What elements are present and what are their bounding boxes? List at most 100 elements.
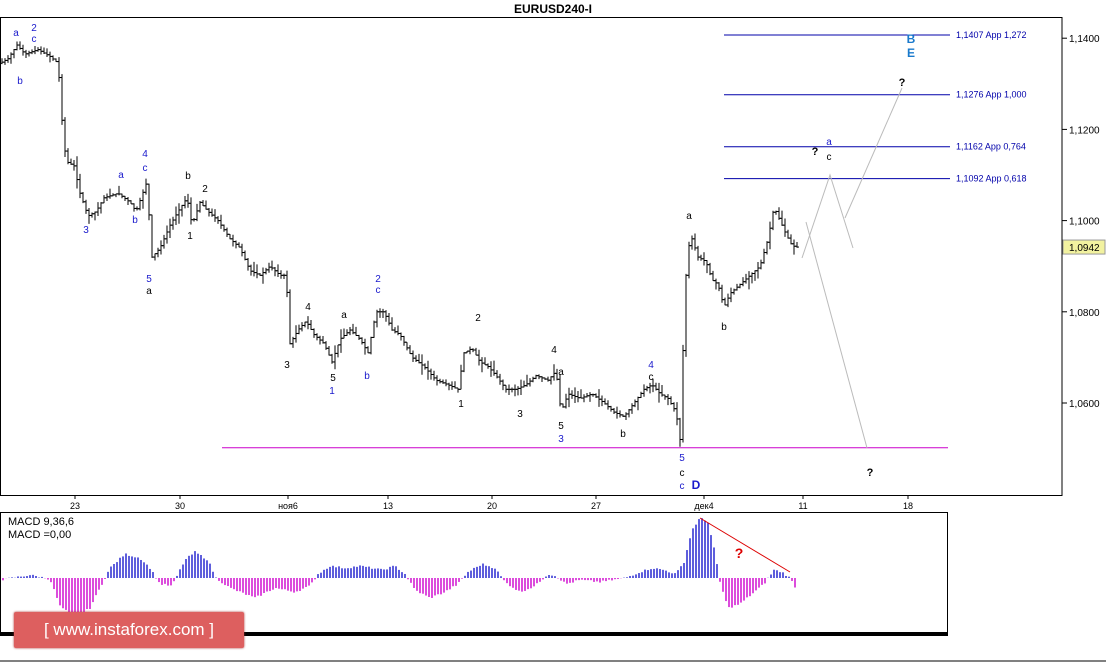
price-bar — [423, 363, 427, 370]
wave-label: b — [185, 171, 191, 182]
price-bar — [219, 214, 223, 229]
price-bar — [438, 378, 442, 384]
price-bar — [90, 212, 94, 218]
x-tick-label: 23 — [70, 501, 80, 511]
wave-label: 5 — [679, 453, 685, 464]
price-bar — [636, 396, 640, 411]
price-bar — [582, 394, 586, 403]
price-bar — [186, 193, 190, 208]
price-bar — [156, 247, 160, 258]
price-bar — [183, 195, 187, 209]
price-bar — [426, 360, 430, 380]
price-bar — [792, 239, 796, 255]
price-bar — [393, 327, 397, 334]
price-bar — [624, 412, 628, 420]
price-bar — [672, 402, 676, 412]
wave-label: 4 — [142, 149, 148, 160]
price-bar — [366, 346, 370, 354]
price-bar — [288, 289, 292, 345]
price-bar — [642, 384, 646, 397]
price-bar — [348, 327, 352, 336]
wave-label: 5 — [330, 373, 336, 384]
wave-label: c — [680, 468, 685, 479]
wave-label: a — [558, 367, 564, 378]
wave-label: ? — [899, 77, 906, 89]
price-bar — [102, 195, 106, 204]
wave-label: c — [32, 34, 37, 45]
wave-label: a — [146, 286, 152, 297]
price-bar — [153, 253, 157, 261]
price-bar — [540, 376, 544, 383]
price-bar — [726, 293, 730, 308]
price-bar — [162, 234, 166, 249]
price-bar — [144, 178, 148, 195]
current-price-label: 1,0942 — [1069, 243, 1100, 254]
price-bar — [477, 349, 481, 366]
price-bar — [630, 403, 634, 414]
price-bar — [402, 335, 406, 346]
wave-label: b — [364, 371, 370, 382]
wave-label: 2 — [31, 23, 37, 34]
price-bar — [411, 350, 415, 363]
price-bar — [795, 242, 799, 248]
wave-label: a — [341, 310, 347, 321]
price-bar — [483, 357, 487, 366]
price-bar — [768, 221, 772, 250]
price-bar — [552, 364, 556, 381]
watermark-badge[interactable]: [ www.instaforex.com ] — [14, 612, 244, 648]
price-bar — [84, 199, 88, 214]
price-bar — [597, 389, 601, 407]
price-bar — [66, 148, 70, 165]
price-bar — [705, 260, 709, 274]
chart-title: EURUSD240-I — [513, 2, 593, 16]
price-bar — [333, 345, 337, 370]
price-bar — [15, 41, 19, 51]
price-bar — [300, 322, 304, 332]
price-bar — [729, 287, 733, 303]
x-tick-label: 13 — [383, 501, 393, 511]
price-bar — [297, 324, 301, 335]
y-tick-label: 1,1000 — [1069, 217, 1100, 228]
projection-line — [805, 221, 868, 449]
wave-label: 5 — [146, 274, 152, 285]
price-bar — [180, 204, 184, 217]
price-bar — [450, 381, 454, 390]
price-bar — [108, 188, 112, 199]
price-bar — [249, 264, 253, 276]
price-bar — [699, 254, 703, 261]
price-bar — [201, 200, 205, 207]
price-bar — [516, 386, 520, 396]
price-bar — [369, 336, 373, 355]
price-bar — [687, 241, 691, 279]
price-bar — [585, 392, 589, 398]
price-bar — [255, 264, 259, 279]
price-bar — [33, 45, 37, 55]
price-bar — [189, 197, 193, 225]
x-tick-label: дек4 — [694, 501, 713, 511]
wave-label: ? — [867, 467, 874, 479]
price-bar — [780, 210, 784, 226]
price-bar — [510, 387, 514, 393]
wave-label: b — [17, 76, 23, 87]
price-bar — [489, 361, 493, 377]
price-bar — [195, 203, 199, 222]
chart-canvas: 1,14001,12001,10001,08001,06001,094223 30… — [0, 17, 1106, 662]
price-bar — [417, 353, 421, 364]
price-bar — [174, 206, 178, 226]
wave-label: c — [680, 481, 685, 492]
x-tick-label: 18 — [903, 501, 913, 511]
price-bar — [381, 308, 385, 318]
wave-label: 3 — [83, 225, 89, 236]
price-bar — [567, 387, 571, 408]
price-bar — [405, 341, 409, 351]
x-tick-label: 20 — [487, 501, 497, 511]
price-bar — [528, 378, 532, 387]
price-bar — [639, 391, 643, 399]
macd-params-label: MACD 9,36,6 — [8, 516, 75, 528]
price-bar — [336, 344, 340, 358]
price-bar — [498, 373, 502, 385]
macd-value-label: MACD =0,00 — [8, 529, 71, 541]
price-bar — [633, 399, 637, 408]
wave-label: a — [13, 28, 19, 39]
wave-label: b — [721, 322, 727, 333]
